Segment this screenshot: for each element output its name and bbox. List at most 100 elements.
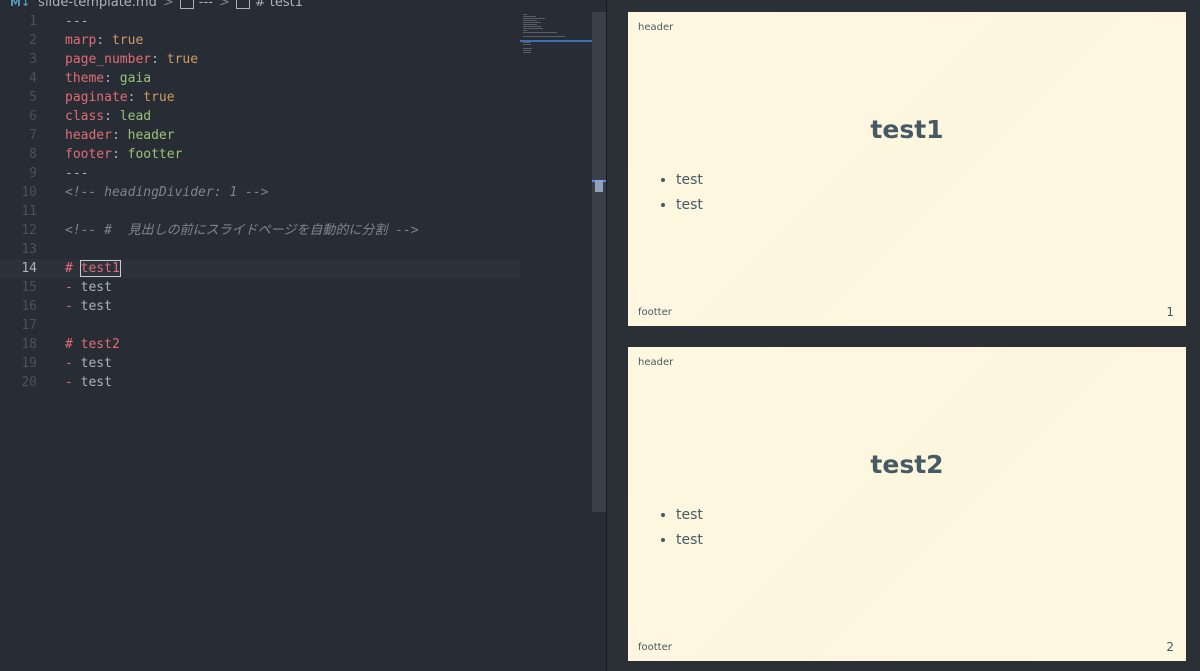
minimap-highlight [520,40,592,42]
minimap-line [523,50,531,51]
line-number: 11 [21,204,37,219]
code-text[interactable]: - test [65,354,112,373]
line-number: 19 [21,356,37,371]
code-token: test [80,299,112,314]
code-text[interactable]: - test [65,278,112,297]
line-number: 4 [29,71,37,86]
chevron-right-icon: > [218,0,230,10]
code-text[interactable]: --- [65,164,88,183]
code-token: - [65,280,81,295]
code-line[interactable]: 3 page_number: true [0,50,520,69]
code-token: : [96,33,112,48]
code-editor[interactable]: 1 --- 2 marp: true 3 page_number: true 4 theme:… [0,12,592,671]
minimap-line [523,32,557,33]
code-line[interactable]: 6 class: lead [0,107,520,126]
code-text[interactable]: marp: true [65,31,143,50]
code-line[interactable]: 9 --- [0,164,520,183]
code-line[interactable]: 10 <!-- headingDivider: 1 --> [0,183,520,202]
minimap-line [523,24,538,25]
line-number: 9 [29,166,37,181]
minimap-line [523,42,531,43]
code-text[interactable]: paginate: true [65,88,175,107]
code-line[interactable]: 5 paginate: true [0,88,520,107]
code-text[interactable]: --- [65,12,88,31]
line-number: 14 [21,261,37,276]
code-line[interactable]: 19 - test [0,354,520,373]
code-text[interactable]: # test1 [65,259,121,278]
code-token: <!-- # 見出しの前にスライドページを自動的に分割 --> [65,223,419,238]
code-line[interactable]: 18 # test2 [0,335,520,354]
code-token: --- [65,14,89,29]
code-line[interactable]: 16 - test [0,297,520,316]
code-token: : [111,147,128,162]
code-token: paginate [65,90,128,105]
minimap-line [523,20,538,21]
minimap-line [523,36,565,37]
code-text[interactable]: footer: footter [65,145,182,164]
code-line[interactable]: 7 header: header [0,126,520,145]
code-text[interactable]: theme: gaia [65,69,151,88]
line-number: 3 [29,52,37,67]
code-token: # test2 [65,337,120,352]
code-text[interactable]: <!-- headingDivider: 1 --> [65,183,269,202]
code-text[interactable]: # test2 [65,335,120,354]
code-line[interactable]: 4 theme: gaia [0,69,520,88]
minimap-line [523,44,531,45]
code-line[interactable]: 17 [0,316,520,335]
code-line[interactable]: 20 - test [0,373,520,392]
code-line[interactable]: 8 footer: footter [0,145,520,164]
code-token: theme [65,71,105,86]
code-line[interactable]: 15 - test [0,278,520,297]
code-token: test [80,280,112,295]
line-number: 10 [21,185,37,200]
slide-page-number: 2 [1166,640,1174,654]
minimap-line [523,14,527,15]
breadcrumb-item-frontmatter[interactable]: --- [199,0,213,10]
breadcrumb-item-heading[interactable]: # test1 [255,0,303,10]
symbol-icon [179,0,194,9]
code-token: true [143,90,175,105]
minimap[interactable] [520,12,592,72]
code-token: - [65,375,81,390]
slide-1: header test1 test test footter 1 [628,12,1186,326]
code-line[interactable]: 1 --- [0,12,520,31]
minimap-line [523,16,536,17]
code-token: <!-- headingDivider: 1 --> [65,185,269,200]
code-line[interactable]: 12 <!-- # 見出しの前にスライドページを自動的に分割 --> [0,221,520,240]
code-text[interactable]: header: header [65,126,175,145]
slide-title: test1 [870,115,944,144]
line-number: 18 [21,337,37,352]
code-line[interactable]: 11 [0,202,520,221]
code-token: test [80,356,112,371]
symbol-icon [235,0,250,9]
code-token: : [104,109,120,124]
slide-bullet-list: test test [662,503,703,553]
code-token: : [111,128,128,143]
code-token: class [65,109,105,124]
code-text[interactable]: page_number: true [65,50,198,69]
editor-scrollbar[interactable] [592,12,606,512]
scrollbar-thumb[interactable] [595,180,603,192]
line-number: 2 [29,33,37,48]
code-text[interactable]: - test [65,297,112,316]
code-token: marp [65,33,97,48]
slide-bullet-list: test test [662,168,703,218]
code-token: : [127,90,144,105]
code-line[interactable]: 13 [0,240,520,259]
breadcrumb-file[interactable]: slide-template.md [38,0,157,10]
code-text[interactable]: <!-- # 見出しの前にスライドページを自動的に分割 --> [65,221,419,240]
code-token: # [65,261,81,276]
code-line[interactable]: 2 marp: true [0,31,520,50]
code-text[interactable]: - test [65,373,112,392]
list-item: test [676,193,703,218]
line-number: 15 [21,280,37,295]
line-number: 7 [29,128,37,143]
code-line[interactable]: 14 # test1 [0,259,520,278]
code-token: page_number [65,52,152,67]
code-text[interactable]: class: lead [65,107,151,126]
breadcrumb: M↓ slide-template.md > --- > # test1 [0,0,600,10]
code-token: --- [65,166,89,181]
list-item: test [676,168,703,193]
code-token: true [166,52,199,67]
code-token: : [104,71,120,86]
